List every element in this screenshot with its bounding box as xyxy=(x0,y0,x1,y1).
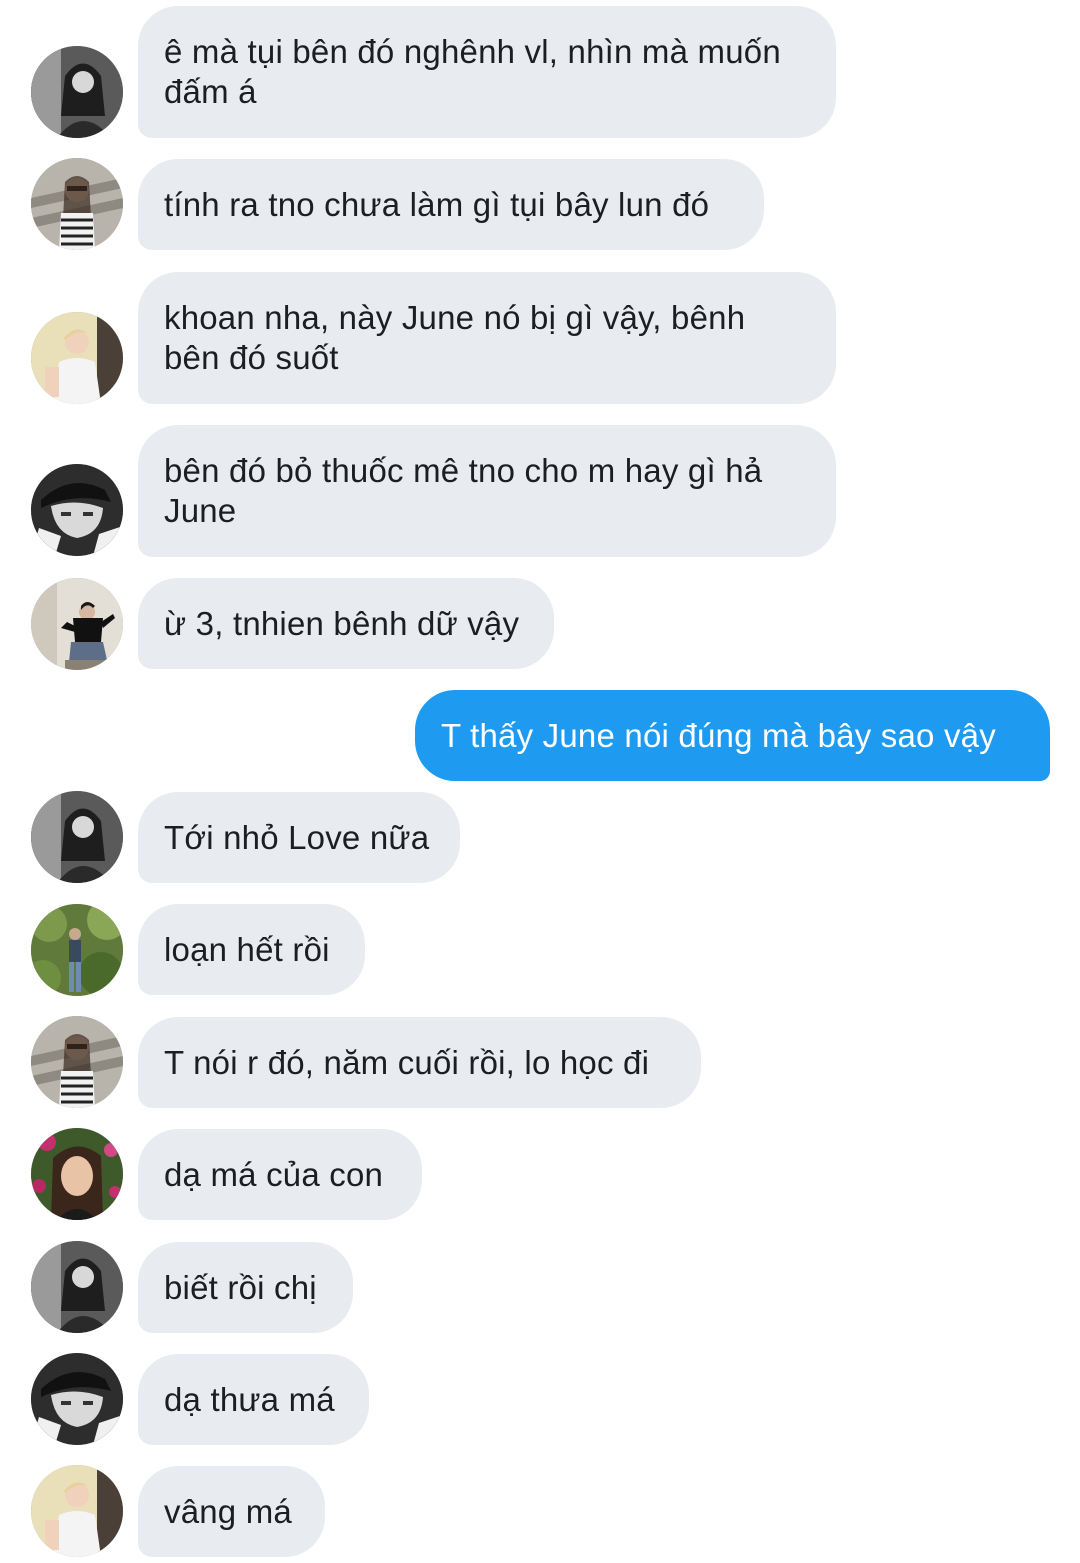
message-bubble[interactable]: dạ má của con xyxy=(138,1129,422,1220)
message-bubble[interactable]: ừ 3, tnhien bênh dữ vậy xyxy=(138,578,554,669)
avatar-bw-girl[interactable] xyxy=(31,46,123,138)
message-bubble[interactable]: bên đó bỏ thuốc mê tno cho m hay gì hả J… xyxy=(138,425,836,557)
avatar-sitting-boy[interactable] xyxy=(31,578,123,670)
avatar-cap-boy[interactable] xyxy=(31,1353,123,1445)
message-bubble[interactable]: vâng má xyxy=(138,1466,325,1557)
message-bubble[interactable]: ê mà tụi bên đó nghênh vl, nhìn mà muốn … xyxy=(138,6,836,138)
message-bubble[interactable]: dạ thưa má xyxy=(138,1354,369,1445)
avatar-bw-girl[interactable] xyxy=(31,1241,123,1333)
avatar-stripe-girl[interactable] xyxy=(31,158,123,250)
message-thread: ê mà tụi bên đó nghênh vl, nhìn mà muốn … xyxy=(0,0,1080,1563)
message-bubble[interactable]: T nói r đó, năm cuối rồi, lo học đi xyxy=(138,1017,701,1108)
message-bubble[interactable]: tính ra tno chưa làm gì tụi bây lun đó xyxy=(138,159,764,250)
message-bubble[interactable]: khoan nha, này June nó bị gì vậy, bênh b… xyxy=(138,272,836,404)
message-bubble[interactable]: biết rồi chị xyxy=(138,1242,353,1333)
message-bubble[interactable]: Tới nhỏ Love nữa xyxy=(138,792,460,883)
avatar-bw-girl[interactable] xyxy=(31,791,123,883)
avatar-stripe-girl[interactable] xyxy=(31,1016,123,1108)
message-bubble[interactable]: loạn hết rồi xyxy=(138,904,365,995)
avatar-blond-boy[interactable] xyxy=(31,1465,123,1557)
avatar-flower-girl[interactable] xyxy=(31,1128,123,1220)
avatar-blond-boy[interactable] xyxy=(31,312,123,404)
avatar-garden-boy[interactable] xyxy=(31,904,123,996)
my-message-bubble[interactable]: T thấy June nói đúng mà bây sao vậy xyxy=(415,690,1050,781)
avatar-cap-boy[interactable] xyxy=(31,464,123,556)
